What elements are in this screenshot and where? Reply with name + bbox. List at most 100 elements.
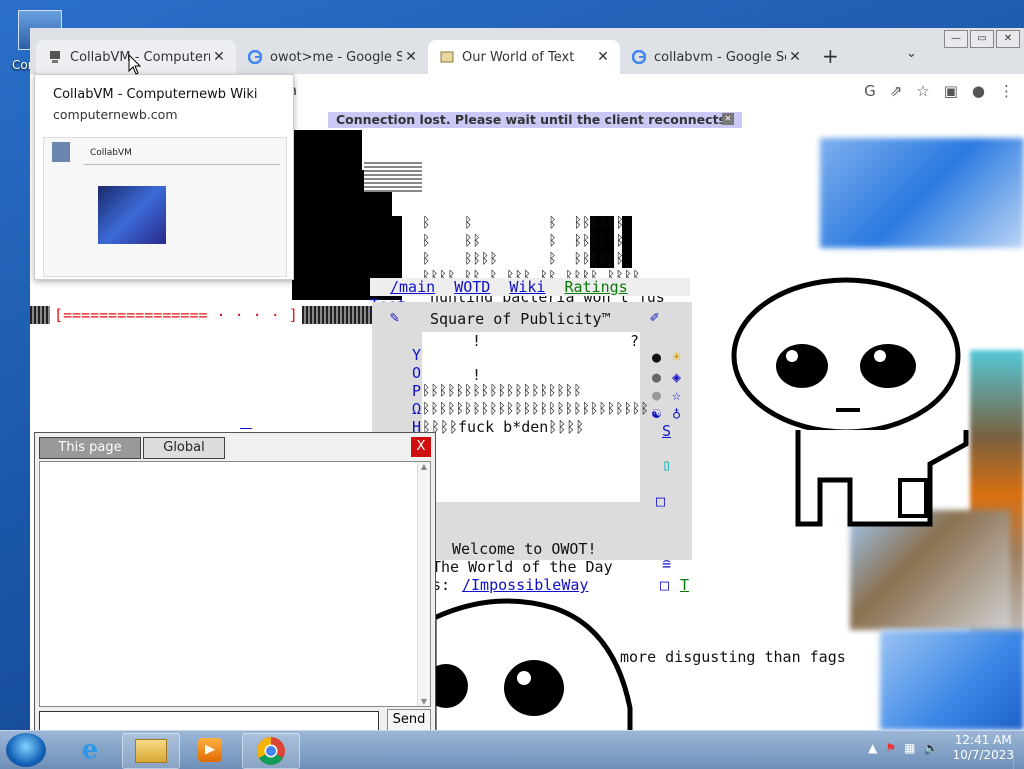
phone-icon[interactable]: ▯ — [662, 456, 671, 474]
menu-button[interactable]: Menu — [985, 112, 1018, 126]
maximize-button[interactable]: ▭ — [970, 30, 994, 48]
rune-art: ᛒᛒᛒᛒᛒᛒᛒᛒᛒᛒᛒᛒᛒᛒᛒᛒᛒᛒᛒ ᛒᛒᛒᛒᛒᛒᛒᛒᛒᛒᛒᛒᛒᛒᛒᛒᛒᛒᛒᛒ… — [422, 383, 649, 417]
tab-search-button[interactable]: ⌄ — [906, 46, 917, 61]
mouse-cursor — [128, 54, 142, 75]
nav-links: /main WOTD Wiki Ratings Test — [370, 278, 690, 314]
circle-icon[interactable]: ● — [652, 348, 661, 366]
share-icon[interactable]: ⇗ — [890, 82, 903, 100]
box-icon[interactable]: □ — [660, 576, 669, 594]
pixelated-image — [820, 138, 1024, 248]
more-menu-icon[interactable]: ⋮ — [999, 82, 1014, 100]
close-tab-icon[interactable]: ✕ — [402, 49, 420, 65]
google-icon — [632, 50, 646, 64]
preview-title: CollabVM - Computernewb Wiki — [53, 87, 258, 102]
close-tab-icon[interactable]: ✕ — [210, 49, 228, 65]
bookmark-star-icon[interactable]: ☆ — [916, 82, 929, 100]
minimize-button[interactable]: — — [944, 30, 968, 48]
system-tray: ▲ ⚑ ▦ 🔈 12:41 AM 10/7/2023 — [868, 733, 1014, 763]
tab-owot-search[interactable]: owot>me - Google Sear ✕ — [236, 40, 428, 74]
new-tab-button[interactable]: + — [822, 44, 839, 68]
ascii-art-block — [30, 306, 50, 324]
yin-yang-icon[interactable]: ☯ — [652, 404, 661, 422]
close-tab-icon[interactable]: ✕ — [594, 49, 612, 65]
chat-send-button[interactable]: Send — [387, 709, 431, 731]
flask-icon[interactable]: ♁ — [672, 404, 681, 422]
thumb-screenshot — [98, 186, 166, 244]
progress-text: [================ · · · · ] — [54, 306, 298, 324]
ie-icon: e — [81, 735, 99, 765]
volume-icon[interactable]: 🔈 — [924, 741, 939, 755]
fuck-line: ᛒᛒᛒᛒfuck b*denᛒᛒᛒᛒ — [422, 418, 585, 436]
chat-close-button[interactable]: X — [411, 437, 431, 457]
action-center-icon[interactable]: ⚑ — [885, 741, 896, 755]
owot-favicon — [440, 51, 454, 63]
connection-lost-banner: Connection lost. Please wait until the c… — [328, 112, 742, 128]
bang-text: ! — [472, 332, 482, 350]
preview-url: computernewb.com — [53, 107, 178, 122]
link-wiki[interactable]: Wiki — [509, 278, 545, 296]
tab-collabvm-search[interactable]: collabvm - Google Sear ✕ — [620, 40, 812, 74]
link-wotd[interactable]: WOTD — [454, 278, 490, 296]
question-text: ? — [630, 332, 640, 350]
taskbar-chrome[interactable] — [242, 733, 300, 769]
start-button[interactable] — [6, 733, 46, 767]
google-lens-icon[interactable]: G — [864, 82, 876, 100]
media-player-icon: ▶ — [198, 738, 222, 762]
star-icon[interactable]: ☆ — [672, 386, 681, 404]
box-icon[interactable]: □ — [656, 492, 665, 510]
taskbar-ie[interactable]: e — [62, 733, 118, 767]
tab-title: Our World of Text — [462, 49, 575, 65]
pencil-icon[interactable]: ✎ — [390, 308, 399, 326]
eraser-icon[interactable]: ✐ — [650, 308, 659, 326]
clock-time: 12:41 AM — [954, 733, 1012, 747]
circle-icon[interactable]: ● — [652, 368, 661, 386]
square-title: Square of Publicity™ — [430, 310, 611, 328]
google-icon — [248, 50, 262, 64]
diamond-icon[interactable]: ◈ — [672, 368, 681, 386]
close-window-button[interactable]: ✕ — [996, 30, 1020, 48]
side-letter-column: Y O P Ω H — [412, 346, 422, 436]
cartoon-creature — [731, 277, 969, 527]
clock[interactable]: 12:41 AM 10/7/2023 — [952, 733, 1014, 763]
circle-icon[interactable]: ● — [652, 386, 661, 404]
link-ratings[interactable]: Ratings — [565, 278, 628, 296]
chat-input[interactable] — [39, 711, 379, 731]
taskbar-explorer[interactable] — [122, 733, 180, 769]
wotd-title: The World of the Day — [432, 558, 613, 576]
show-hidden-icons[interactable]: ▲ — [868, 741, 877, 755]
explorer-icon — [135, 739, 167, 763]
disgusting-text: more disgusting than fags — [620, 648, 846, 666]
chat-scrollbar[interactable]: ▲ ▼ — [417, 462, 430, 706]
wotd-link[interactable]: /ImpossibleWay — [462, 576, 588, 594]
tab-title: owot>me - Google Sear — [270, 49, 402, 65]
side-panel-icon[interactable]: ▣ — [944, 82, 958, 100]
close-banner-icon[interactable]: ✕ — [722, 113, 734, 125]
rune-art: ᛒ ᛒ ᛒ ᛒᛒᛒᛒᛒᛒ ᛒ ᛒᛒ ᛒ ᛒᛒᛒᛒᛒᛒ ᛒ ᛒᛒᛒᛒ ᛒ ᛒᛒᛒᛒ… — [422, 215, 641, 285]
network-icon[interactable]: ▦ — [904, 741, 915, 755]
chat-tab-this-page[interactable]: This page — [39, 437, 141, 459]
tab-hover-preview: CollabVM - Computernewb Wiki computernew… — [34, 74, 294, 280]
link-main[interactable]: /main — [390, 278, 435, 296]
taskbar-media-player[interactable]: ▶ — [182, 733, 238, 767]
chat-tab-global[interactable]: Global — [143, 437, 225, 459]
sun-icon[interactable]: ☀ — [672, 348, 681, 366]
pixelated-image — [880, 630, 1024, 730]
ascii-art-block — [364, 162, 422, 192]
collabvm-favicon — [50, 51, 60, 63]
clock-date: 10/7/2023 — [952, 748, 1014, 762]
cursor-mark — [240, 428, 252, 429]
close-tab-icon[interactable]: ✕ — [786, 49, 804, 65]
thumb-heading: CollabVM — [90, 148, 132, 158]
welcome-text: Welcome to OWOT! — [452, 540, 597, 558]
side-letter[interactable]: T — [680, 576, 689, 594]
chrome-icon — [257, 737, 285, 765]
profile-icon[interactable]: ● — [972, 82, 985, 100]
chat-window: This page Global X ▲ ▼ Send — [34, 432, 436, 732]
layers-icon[interactable]: ≘ — [662, 556, 671, 574]
wiki-logo-icon — [52, 142, 70, 162]
tab-our-world-of-text[interactable]: Our World of Text ✕ — [428, 40, 620, 74]
cartoon-creature — [434, 598, 633, 730]
show-desktop-button[interactable] — [1013, 731, 1024, 769]
chat-log: ▲ ▼ — [39, 461, 431, 707]
side-letter[interactable]: S — [662, 422, 671, 440]
